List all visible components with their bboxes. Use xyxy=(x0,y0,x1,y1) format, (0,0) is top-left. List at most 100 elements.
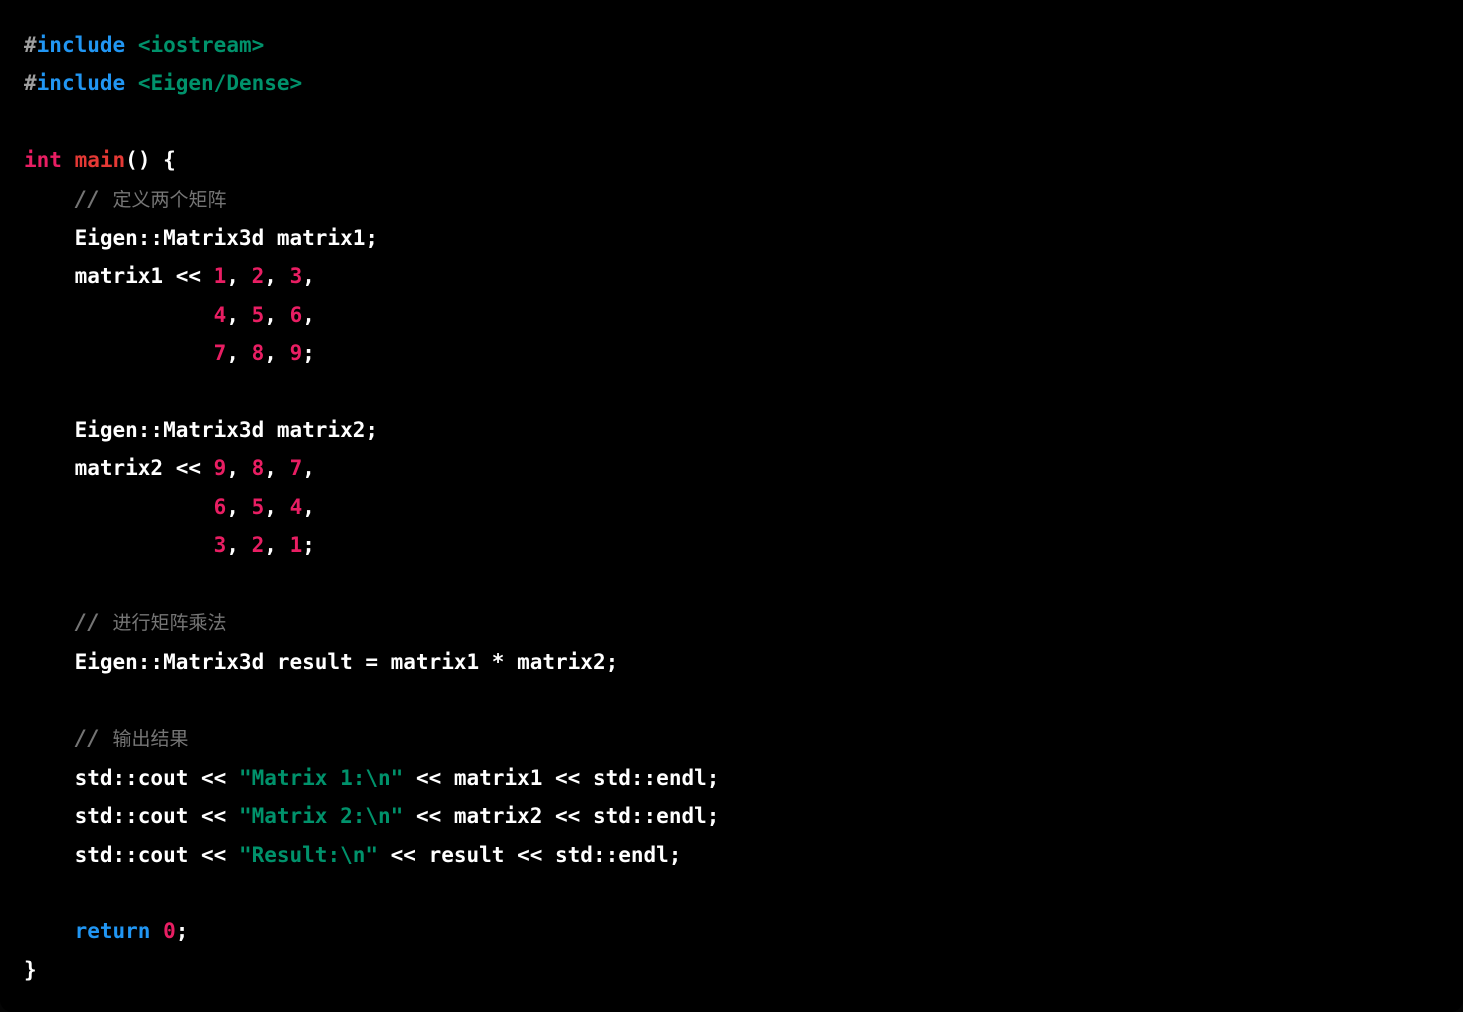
code-line: // 进行矩阵乘法 xyxy=(24,603,1439,642)
token-kw: include xyxy=(36,71,126,96)
code-line: matrix1 << 1, 2, 3, xyxy=(24,257,1439,295)
token-plain: , xyxy=(226,302,252,327)
token-num: 5 xyxy=(251,302,265,327)
code-line: std::cout << "Matrix 1:\n" << matrix1 <<… xyxy=(24,759,1439,797)
token-num: 6 xyxy=(213,494,227,519)
token-plain: , xyxy=(226,533,252,558)
token-plain: << matrix2 << std::endl; xyxy=(403,804,720,829)
code-line: // 输出结果 xyxy=(24,719,1439,758)
token-plain: , xyxy=(226,341,252,366)
token-plain: , xyxy=(264,302,290,327)
token-hdr: <iostream> xyxy=(137,33,265,57)
token-plain: , xyxy=(226,494,252,519)
token-cmt: // 输出结果 xyxy=(24,726,189,750)
token-plain: std::cout << xyxy=(24,842,239,867)
token-num: 1 xyxy=(289,533,303,558)
token-num: 2 xyxy=(251,533,265,558)
token-plain: matrix1 << xyxy=(24,264,214,289)
token-type: int xyxy=(24,148,62,173)
token-num: 5 xyxy=(251,494,265,519)
token-plain: , xyxy=(226,264,252,289)
token-num: 4 xyxy=(289,494,303,519)
token-str: "Matrix 1:\n" xyxy=(238,765,404,790)
code-line: 6, 5, 4, xyxy=(24,488,1439,526)
code-line: // 定义两个矩阵 xyxy=(24,180,1439,219)
token-hdr: <Eigen/Dense> xyxy=(137,71,303,96)
code-listing[interactable]: #include <iostream> #include <Eigen/Dens… xyxy=(0,26,1463,989)
code-line: 7, 8, 9; xyxy=(24,334,1439,372)
token-num: 3 xyxy=(289,264,303,289)
token-plain: Eigen::Matrix3d result = matrix1 * matri… xyxy=(24,649,619,674)
token-pre: # xyxy=(24,33,37,57)
token-plain: std::cout << xyxy=(24,765,239,790)
code-line: std::cout << "Result:\n" << result << st… xyxy=(24,836,1439,874)
comment-slashes: // xyxy=(74,186,100,211)
token-num: 4 xyxy=(213,302,227,327)
token-num: 8 xyxy=(251,341,265,366)
comment-slashes: // xyxy=(74,726,100,751)
code-line: Eigen::Matrix3d matrix1; xyxy=(24,219,1439,257)
code-line: return 0; xyxy=(24,912,1439,950)
token-num: 9 xyxy=(213,456,227,481)
code-line: Eigen::Matrix3d result = matrix1 * matri… xyxy=(24,643,1439,681)
code-block: #include <iostream> #include <Eigen/Dens… xyxy=(0,0,1463,1012)
token-plain: ; xyxy=(302,533,315,558)
token-cmt: // 进行矩阵乘法 xyxy=(24,610,227,634)
token-plain: , xyxy=(264,341,290,366)
token-plain: << matrix1 << std::endl; xyxy=(403,765,720,790)
token-plain: ; xyxy=(175,919,189,944)
code-line: matrix2 << 9, 8, 7, xyxy=(24,449,1439,487)
comment-text: 输出结果 xyxy=(112,728,189,751)
token-plain: , xyxy=(264,456,290,481)
comment-slashes: // xyxy=(74,610,100,635)
token-num: 7 xyxy=(289,456,303,481)
code-line: int main() { xyxy=(24,141,1439,179)
token-plain: Eigen::Matrix3d matrix1; xyxy=(24,226,379,251)
code-line: Eigen::Matrix3d matrix2; xyxy=(24,411,1439,449)
comment-text: 进行矩阵乘法 xyxy=(112,612,227,635)
token-num: 7 xyxy=(213,341,227,366)
token-plain: , xyxy=(264,264,290,289)
token-pre: # xyxy=(24,71,37,96)
token-plain: } xyxy=(24,957,37,982)
token-plain: << result << std::endl; xyxy=(378,842,682,867)
token-plain: , xyxy=(302,302,315,327)
token-plain: , xyxy=(302,264,315,289)
token-plain: Eigen::Matrix3d matrix2; xyxy=(24,418,379,443)
token-num: 9 xyxy=(289,341,303,366)
token-kw: include xyxy=(36,33,126,57)
token-num: 6 xyxy=(289,302,303,327)
code-line: #include <iostream> xyxy=(24,26,1439,64)
token-cmt: // 定义两个矩阵 xyxy=(24,187,227,211)
token-plain: ; xyxy=(302,341,315,366)
code-line: 3, 2, 1; xyxy=(24,526,1439,564)
token-num: 1 xyxy=(213,264,227,289)
token-plain: , xyxy=(264,494,290,519)
code-line: } xyxy=(24,951,1439,989)
token-plain: , xyxy=(302,494,315,519)
token-plain: , xyxy=(302,456,315,481)
token-num: 0 xyxy=(163,919,176,944)
token-str: "Result:\n" xyxy=(238,842,379,867)
token-plain: matrix2 << xyxy=(24,456,214,481)
code-line: 4, 5, 6, xyxy=(24,296,1439,334)
token-plain: std::cout << xyxy=(24,804,239,829)
code-line: std::cout << "Matrix 2:\n" << matrix2 <<… xyxy=(24,797,1439,835)
token-num: 2 xyxy=(251,264,265,289)
code-line: #include <Eigen/Dense> xyxy=(24,64,1439,102)
token-kw: return xyxy=(74,919,151,944)
token-num: 8 xyxy=(251,456,265,481)
